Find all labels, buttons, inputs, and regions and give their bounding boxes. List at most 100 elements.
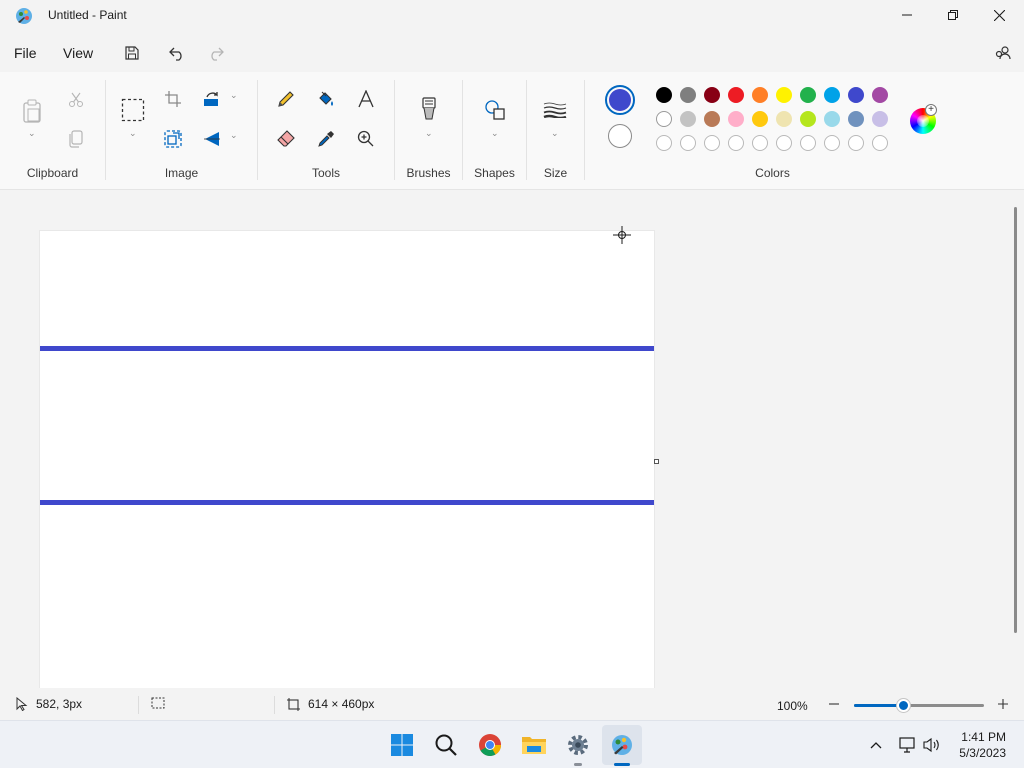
flip-button[interactable] — [198, 125, 226, 153]
paint-app-icon — [16, 8, 32, 24]
color-swatch[interactable] — [824, 111, 840, 127]
paint-taskbar-button[interactable] — [606, 729, 638, 761]
rotate-button[interactable] — [198, 85, 226, 113]
select-button[interactable] — [119, 96, 147, 124]
size-dropdown-icon[interactable]: ⌄ — [551, 128, 559, 139]
color-swatch[interactable] — [872, 87, 888, 103]
size-label: Size — [543, 166, 568, 180]
account-button[interactable] — [990, 40, 1016, 66]
color-swatch[interactable] — [848, 111, 864, 127]
resize-icon — [164, 130, 182, 148]
menu-file[interactable]: File — [10, 43, 41, 63]
custom-color-slot[interactable] — [800, 135, 816, 151]
color-swatch[interactable] — [704, 111, 720, 127]
settings-button[interactable] — [562, 729, 594, 761]
custom-color-slot[interactable] — [752, 135, 768, 151]
color-swatch[interactable] — [656, 111, 672, 127]
rotate-icon — [204, 92, 218, 106]
custom-color-slot[interactable] — [776, 135, 792, 151]
color-swatch[interactable] — [680, 87, 696, 103]
zoom-slider[interactable] — [854, 699, 984, 712]
vertical-scrollbar[interactable] — [1014, 207, 1017, 633]
fill-button[interactable] — [312, 85, 340, 113]
search-button[interactable] — [430, 729, 462, 761]
title-bar: Untitled - Paint — [0, 0, 1024, 32]
undo-button[interactable] — [164, 40, 190, 66]
custom-color-slot[interactable] — [848, 135, 864, 151]
custom-color-slot[interactable] — [824, 135, 840, 151]
canvas-resize-handle-right[interactable] — [654, 459, 659, 464]
menu-view[interactable]: View — [59, 43, 97, 63]
edit-colors-button[interactable]: + — [910, 104, 937, 134]
file-explorer-button[interactable] — [518, 729, 550, 761]
color-swatch[interactable] — [824, 87, 840, 103]
zoom-out-button[interactable] — [826, 696, 842, 712]
paste-dropdown-icon[interactable]: ⌄ — [28, 128, 36, 139]
paint-icon — [612, 735, 632, 755]
shapes-button[interactable] — [481, 96, 509, 124]
window-title: Untitled - Paint — [48, 8, 127, 22]
close-button[interactable] — [976, 0, 1022, 30]
save-button[interactable] — [119, 40, 145, 66]
color-swatch[interactable] — [776, 87, 792, 103]
chrome-button[interactable] — [474, 729, 506, 761]
zoom-slider-thumb[interactable] — [897, 699, 911, 712]
secondary-color-swatch[interactable] — [608, 124, 632, 148]
color-swatch[interactable] — [704, 87, 720, 103]
color-swatch[interactable] — [728, 111, 744, 127]
restore-button[interactable] — [930, 0, 976, 30]
show-hidden-icons-button[interactable] — [866, 735, 886, 755]
cut-icon — [69, 92, 83, 107]
color-swatch[interactable] — [752, 87, 768, 103]
taskbar-clock[interactable]: 1:41 PM 5/3/2023 — [959, 729, 1006, 761]
color-swatch[interactable] — [776, 111, 792, 127]
crop-button[interactable] — [159, 85, 187, 113]
search-icon — [435, 734, 457, 756]
color-swatch[interactable] — [752, 111, 768, 127]
drawing-canvas[interactable] — [40, 231, 654, 691]
brushes-button[interactable] — [415, 96, 443, 124]
color-swatch[interactable] — [872, 111, 888, 127]
volume-button[interactable] — [922, 735, 942, 755]
color-swatch[interactable] — [800, 111, 816, 127]
copy-button[interactable] — [62, 125, 90, 153]
undo-icon — [169, 47, 182, 61]
redo-button[interactable] — [203, 40, 229, 66]
shapes-label: Shapes — [474, 166, 515, 180]
size-group: ⌄ Size — [527, 72, 584, 190]
clock-date: 5/3/2023 — [959, 746, 1006, 760]
eraser-button[interactable] — [272, 125, 300, 153]
select-dropdown-icon[interactable]: ⌄ — [129, 128, 137, 139]
custom-color-slot[interactable] — [680, 135, 696, 151]
color-swatch[interactable] — [656, 87, 672, 103]
custom-color-slot[interactable] — [872, 135, 888, 151]
rotate-dropdown-icon[interactable]: ⌄ — [230, 90, 238, 101]
network-button[interactable] — [898, 735, 918, 755]
magnifier-button[interactable] — [352, 125, 380, 153]
minimize-button[interactable] — [884, 0, 930, 30]
custom-color-slot[interactable] — [728, 135, 744, 151]
text-button[interactable] — [352, 85, 380, 113]
color-swatch[interactable] — [728, 87, 744, 103]
paste-button[interactable] — [18, 96, 46, 126]
zoom-in-button[interactable] — [995, 696, 1011, 712]
color-swatch[interactable] — [800, 87, 816, 103]
primary-color-swatch[interactable] — [605, 85, 635, 115]
custom-color-slot[interactable] — [704, 135, 720, 151]
pencil-icon — [278, 91, 294, 107]
chevron-up-icon — [870, 742, 882, 749]
custom-color-slot[interactable] — [656, 135, 672, 151]
size-button[interactable] — [541, 96, 569, 124]
color-wheel-center — [917, 115, 929, 127]
pencil-button[interactable] — [272, 85, 300, 113]
start-button[interactable] — [386, 729, 418, 761]
resize-button[interactable] — [159, 125, 187, 153]
colors-group: + Colors — [585, 72, 960, 190]
brushes-dropdown-icon[interactable]: ⌄ — [425, 128, 433, 139]
color-picker-button[interactable] — [312, 125, 340, 153]
shapes-dropdown-icon[interactable]: ⌄ — [491, 128, 499, 139]
flip-dropdown-icon[interactable]: ⌄ — [230, 130, 238, 141]
cut-button[interactable] — [62, 86, 90, 114]
color-swatch[interactable] — [848, 87, 864, 103]
color-swatch[interactable] — [680, 111, 696, 127]
